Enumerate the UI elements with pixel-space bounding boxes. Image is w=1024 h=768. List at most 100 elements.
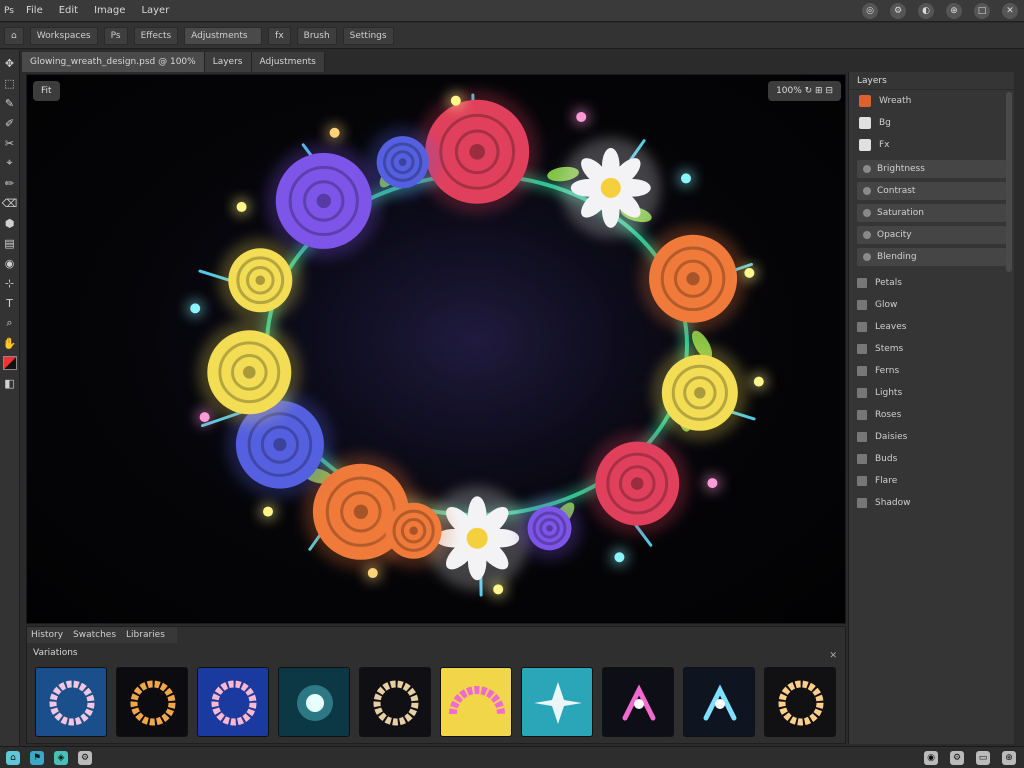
tab-history[interactable]: History bbox=[31, 630, 63, 640]
gradient-tool-icon[interactable]: ▤ bbox=[3, 236, 17, 250]
adjustments-field[interactable]: Adjustments bbox=[184, 26, 263, 45]
variation-thumbnail[interactable] bbox=[521, 667, 593, 737]
flag-icon[interactable]: ⚑ bbox=[30, 750, 44, 765]
diamond-icon[interactable]: ◈ bbox=[54, 750, 68, 765]
menu-edit[interactable]: Edit bbox=[51, 5, 86, 16]
settings-icon[interactable]: ⚙ bbox=[950, 751, 964, 765]
close-icon[interactable]: ✕ bbox=[829, 651, 837, 661]
variation-thumbnail[interactable] bbox=[197, 667, 269, 737]
layer-thumb-icon bbox=[857, 300, 867, 310]
zoom-tool-icon[interactable]: ⌕ bbox=[3, 316, 17, 330]
layer-row[interactable]: Lights bbox=[849, 382, 1014, 404]
ps-button[interactable]: Ps bbox=[103, 26, 128, 45]
screen-icon[interactable]: ▭ bbox=[976, 751, 990, 765]
daisy-center bbox=[600, 177, 621, 198]
pen-tool-icon[interactable]: ✎ bbox=[3, 96, 17, 110]
daisy-center bbox=[466, 527, 488, 549]
property-blending[interactable]: Blending bbox=[857, 248, 1006, 266]
variation-thumbnail[interactable] bbox=[359, 667, 431, 737]
rose-center bbox=[630, 477, 644, 490]
variation-thumbnail[interactable] bbox=[35, 667, 107, 737]
layer-row[interactable]: Buds bbox=[849, 448, 1014, 470]
canvas[interactable]: Fit 100% ↻ ⊞ ⊟ bbox=[26, 74, 846, 624]
layer-bg[interactable]: Bg bbox=[849, 112, 1014, 134]
thumb-wreath bbox=[373, 680, 419, 726]
layer-row[interactable]: Ferns bbox=[849, 360, 1014, 382]
variation-thumbnail[interactable] bbox=[683, 667, 755, 737]
add-icon[interactable]: ⊕ bbox=[1002, 751, 1016, 765]
property-dot-icon bbox=[863, 209, 871, 217]
tab-swatches[interactable]: Swatches bbox=[73, 630, 116, 640]
fx-button[interactable]: fx bbox=[268, 26, 291, 45]
color-swatch-icon[interactable] bbox=[2, 356, 17, 370]
layer-row[interactable]: Stems bbox=[849, 338, 1014, 360]
variation-thumbnail[interactable] bbox=[602, 667, 674, 737]
type-tool-icon[interactable]: T bbox=[3, 296, 17, 310]
canvas-zoom-controls[interactable]: 100% ↻ ⊞ ⊟ bbox=[768, 81, 841, 101]
effects-button[interactable]: Effects bbox=[133, 26, 179, 45]
layer-row[interactable]: Flare bbox=[849, 470, 1014, 492]
settings-button[interactable]: Settings bbox=[342, 26, 394, 45]
menu-layer[interactable]: Layer bbox=[133, 5, 177, 16]
home-icon[interactable]: ⌂ bbox=[6, 750, 20, 765]
hand-tool-icon[interactable]: ✋ bbox=[3, 336, 17, 350]
record-icon[interactable]: ◉ bbox=[924, 751, 938, 765]
variation-thumbnail[interactable] bbox=[278, 667, 350, 737]
share-icon[interactable]: ⊕ bbox=[946, 3, 962, 19]
dodge-tool-icon[interactable]: ⊹ bbox=[3, 276, 17, 290]
variation-thumbnail[interactable] bbox=[440, 667, 512, 737]
property-opacity[interactable]: Opacity bbox=[857, 226, 1006, 244]
quick-mask-icon[interactable]: ◧ bbox=[3, 376, 17, 390]
shape-tool-icon[interactable]: ⬢ bbox=[3, 216, 17, 230]
blur-tool-icon[interactable]: ◉ bbox=[3, 256, 17, 270]
property-contrast[interactable]: Contrast bbox=[857, 182, 1006, 200]
bud-light bbox=[263, 506, 274, 517]
variations-panel: History Swatches Libraries Variations ✕ bbox=[26, 626, 846, 744]
bud-light bbox=[329, 127, 340, 138]
search-icon[interactable]: ◎ bbox=[862, 3, 878, 19]
layers-scrollbar[interactable] bbox=[1006, 92, 1012, 272]
layer-row[interactable]: Roses bbox=[849, 404, 1014, 426]
layer-row[interactable]: Leaves bbox=[849, 316, 1014, 338]
layer-wreath[interactable]: Wreath bbox=[849, 90, 1014, 112]
menu-image[interactable]: Image bbox=[86, 5, 133, 16]
thumbnail-art bbox=[703, 684, 737, 721]
move-tool-icon[interactable]: ✥ bbox=[3, 56, 17, 70]
settings-icon[interactable]: ⚙ bbox=[890, 3, 906, 19]
bud-light bbox=[236, 201, 247, 212]
rose-center bbox=[255, 275, 266, 286]
crop-tool-icon[interactable]: ✂ bbox=[3, 136, 17, 150]
layer-row[interactable]: Shadow bbox=[849, 492, 1014, 514]
tab-document[interactable]: Glowing_wreath_design.psd @ 100% bbox=[22, 52, 205, 72]
brush-button[interactable]: Brush bbox=[296, 26, 337, 45]
bud-light bbox=[753, 376, 764, 387]
layer-label: Daisies bbox=[875, 432, 908, 442]
property-saturation[interactable]: Saturation bbox=[857, 204, 1006, 222]
theme-icon[interactable]: ◐ bbox=[918, 3, 934, 19]
variation-thumbnail[interactable] bbox=[116, 667, 188, 737]
tab-layers[interactable]: Layers bbox=[204, 52, 252, 72]
tab-adjustments[interactable]: Adjustments bbox=[251, 52, 325, 72]
maximize-icon[interactable]: □ bbox=[974, 3, 990, 19]
options-home-icon[interactable]: ⌂ bbox=[4, 26, 24, 45]
layer-row[interactable]: Glow bbox=[849, 294, 1014, 316]
property-brightness[interactable]: Brightness bbox=[857, 160, 1006, 178]
tab-libraries[interactable]: Libraries bbox=[126, 630, 165, 640]
menu-file[interactable]: File bbox=[18, 5, 51, 16]
workspace-select[interactable]: Workspaces bbox=[29, 26, 98, 45]
close-icon[interactable]: ✕ bbox=[1002, 3, 1018, 19]
layer-row[interactable]: Daisies bbox=[849, 426, 1014, 448]
zoom-fit-badge[interactable]: Fit bbox=[33, 81, 60, 101]
eraser-tool-icon[interactable]: ⌫ bbox=[2, 196, 18, 210]
layer-bg-label: Bg bbox=[879, 118, 891, 128]
layer-fx[interactable]: Fx bbox=[849, 134, 1014, 156]
brush-tool-icon[interactable]: ✏ bbox=[3, 176, 17, 190]
gear-icon[interactable]: ⚙ bbox=[78, 750, 92, 765]
layer-row[interactable]: Petals bbox=[849, 272, 1014, 294]
layer-thumb-icon bbox=[857, 454, 867, 464]
variation-thumbnail[interactable] bbox=[764, 667, 836, 737]
eyedropper-tool-icon[interactable]: ⌖ bbox=[3, 156, 17, 170]
layer-label: Roses bbox=[875, 410, 902, 420]
marquee-tool-icon[interactable]: ⬚ bbox=[3, 76, 17, 90]
pencil-tool-icon[interactable]: ✐ bbox=[3, 116, 17, 130]
